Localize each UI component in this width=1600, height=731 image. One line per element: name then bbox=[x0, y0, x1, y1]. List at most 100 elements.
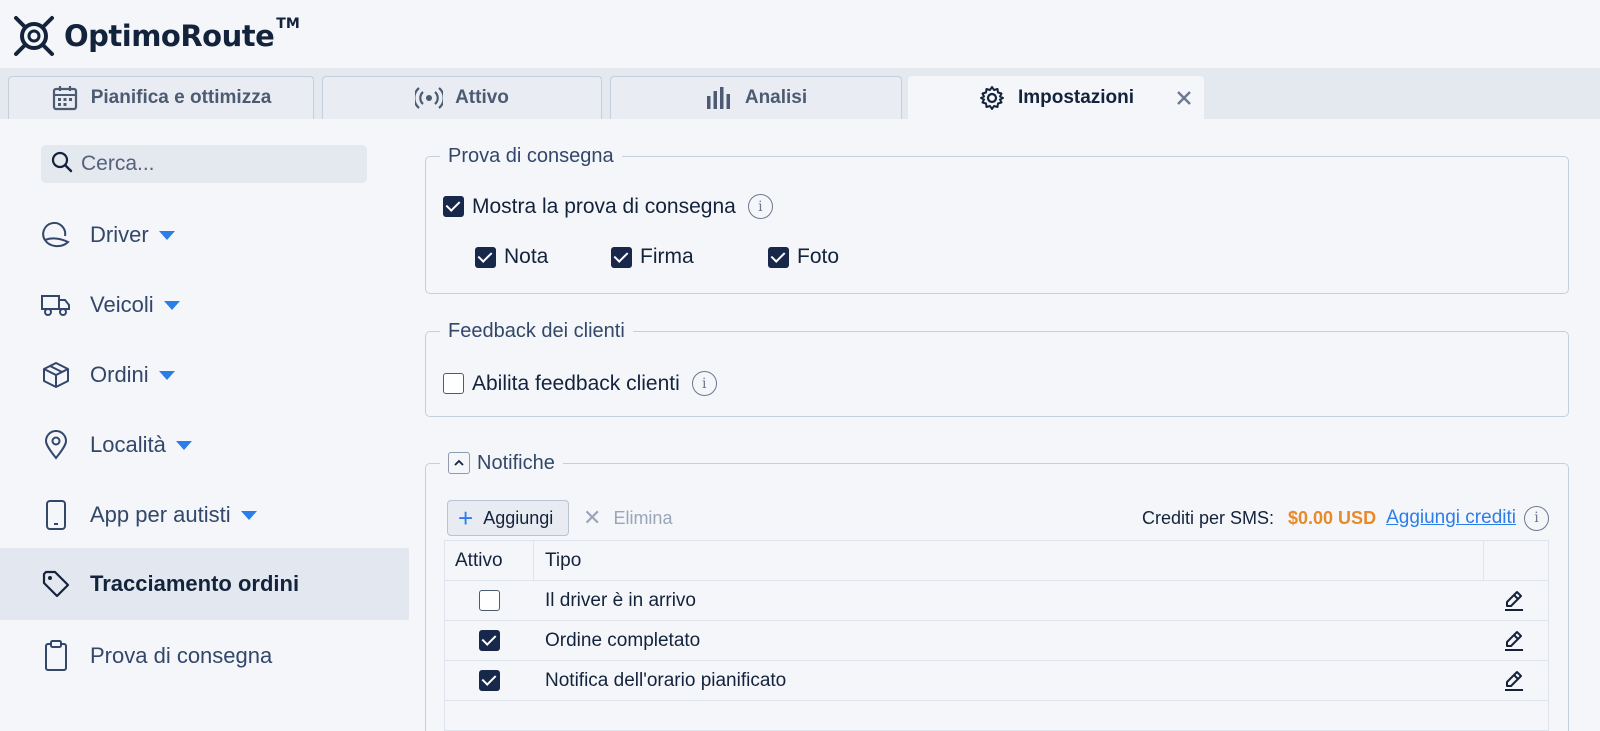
column-header-tipo[interactable]: Tipo bbox=[545, 541, 581, 581]
clipboard-icon bbox=[40, 640, 72, 672]
enable-feedback-checkbox[interactable] bbox=[443, 373, 464, 394]
caret-down-icon bbox=[163, 300, 180, 310]
tab-label: Attivo bbox=[455, 87, 509, 108]
tab-analisi[interactable]: Analisi bbox=[610, 76, 902, 119]
sidebar-item-tracciamento[interactable]: Tracciamento ordini bbox=[0, 548, 409, 620]
brand-logo[interactable]: OptimoRoute TM bbox=[12, 12, 300, 60]
delete-button-label: Elimina bbox=[613, 507, 673, 528]
sidebar-item-label: Veicoli bbox=[90, 292, 154, 317]
show-proof-label: Mostra la prova di consegna bbox=[472, 194, 736, 218]
tab-attivo[interactable]: Attivo bbox=[322, 76, 602, 119]
credits-amount: $0.00 USD bbox=[1288, 507, 1377, 528]
show-proof-checkbox[interactable] bbox=[443, 196, 464, 217]
sidebar-item-veicoli[interactable]: Veicoli bbox=[0, 269, 409, 341]
edit-pencil-icon[interactable] bbox=[1502, 589, 1526, 613]
sidebar-item-label: Driver bbox=[90, 222, 149, 247]
info-icon[interactable]: i bbox=[691, 371, 717, 396]
add-notification-button[interactable]: + Aggiungi bbox=[447, 500, 569, 536]
section-legend: Notifiche bbox=[440, 451, 563, 475]
row-active-checkbox[interactable] bbox=[479, 590, 500, 611]
caret-down-icon bbox=[240, 510, 257, 520]
main-tab-bar: Pianifica e ottimizza Attivo Analisi Imp… bbox=[0, 68, 1600, 119]
notifications-toolbar: + Aggiungi ✕ Elimina Crediti per SMS: $0… bbox=[447, 500, 1549, 536]
add-button-label: Aggiungi bbox=[483, 507, 554, 528]
table-row: Notifica dell'orario pianificato bbox=[445, 661, 1548, 701]
phone-icon bbox=[40, 499, 72, 531]
tab-label: Pianifica e ottimizza bbox=[90, 87, 272, 108]
brand-trademark: TM bbox=[276, 16, 300, 32]
option-label: Firma bbox=[640, 245, 694, 268]
section-legend: Prova di consegna bbox=[440, 144, 622, 168]
sidebar-item-driver[interactable]: Driver bbox=[0, 199, 409, 271]
nota-checkbox[interactable] bbox=[475, 246, 496, 268]
proof-of-delivery-section: Prova di consegna bbox=[425, 144, 1569, 294]
sidebar-item-label: Ordini bbox=[90, 362, 149, 387]
bar-chart-icon bbox=[705, 84, 733, 112]
location-pin-icon bbox=[40, 429, 72, 461]
option-label: Nota bbox=[504, 245, 549, 268]
broadcast-icon bbox=[415, 84, 444, 112]
optimoroute-logo-icon bbox=[14, 16, 54, 56]
table-row: Ordine completato bbox=[445, 621, 1548, 661]
sidebar-item-label: Località bbox=[90, 432, 166, 457]
credits-label: Crediti per SMS: bbox=[1141, 507, 1275, 528]
gear-icon bbox=[978, 84, 1006, 112]
settings-sidebar: Driver Veicoli Ordini Località App per a… bbox=[0, 119, 409, 731]
sidebar-item-localita[interactable]: Località bbox=[0, 409, 409, 481]
driver-icon bbox=[40, 219, 72, 251]
column-divider bbox=[1483, 541, 1484, 581]
firma-checkbox[interactable] bbox=[611, 246, 632, 268]
tab-pianifica[interactable]: Pianifica e ottimizza bbox=[8, 76, 314, 119]
info-icon[interactable]: i bbox=[747, 194, 773, 219]
notifications-table: Attivo Tipo Il driver è in arrivo Ordine… bbox=[444, 540, 1549, 731]
row-active-checkbox[interactable] bbox=[479, 670, 500, 691]
sidebar-item-label: App per autisti bbox=[90, 502, 231, 527]
caret-down-icon bbox=[175, 440, 192, 450]
tag-icon bbox=[40, 568, 72, 600]
row-type: Il driver è in arrivo bbox=[545, 590, 696, 611]
sidebar-item-label: Prova di consegna bbox=[90, 643, 273, 668]
proof-option-firma: Firma bbox=[611, 245, 694, 269]
sidebar-item-prova-consegna[interactable]: Prova di consegna bbox=[0, 620, 409, 692]
proof-option-nota: Nota bbox=[475, 245, 548, 269]
calendar-icon bbox=[51, 84, 79, 112]
row-active-checkbox[interactable] bbox=[479, 630, 500, 651]
sidebar-search[interactable] bbox=[41, 145, 367, 183]
row-type: Notifica dell'orario pianificato bbox=[545, 670, 787, 691]
search-input[interactable] bbox=[81, 152, 351, 176]
row-type: Ordine completato bbox=[545, 630, 701, 651]
sidebar-item-app-autisti[interactable]: App per autisti bbox=[0, 479, 409, 551]
brand-name: OptimoRoute bbox=[64, 19, 275, 53]
truck-icon bbox=[40, 289, 72, 321]
plus-icon: + bbox=[458, 503, 474, 533]
tab-label: Analisi bbox=[744, 87, 808, 108]
enable-feedback-row: Abilita feedback clienti i bbox=[443, 371, 717, 396]
close-tab-icon[interactable] bbox=[1173, 87, 1195, 109]
edit-pencil-icon[interactable] bbox=[1502, 669, 1526, 693]
column-divider bbox=[533, 541, 534, 581]
add-credits-link[interactable]: Aggiungi crediti bbox=[1386, 507, 1516, 529]
collapse-toggle-button[interactable] bbox=[448, 452, 470, 474]
proof-option-foto: Foto bbox=[768, 245, 839, 269]
caret-down-icon bbox=[158, 230, 175, 240]
sms-credits: Crediti per SMS: $0.00 USD Aggiungi cred… bbox=[1142, 500, 1549, 536]
edit-pencil-icon[interactable] bbox=[1502, 629, 1526, 653]
delete-notification-button[interactable]: ✕ Elimina bbox=[583, 500, 672, 536]
app-header: OptimoRoute TM bbox=[0, 0, 1600, 68]
section-legend: Feedback dei clienti bbox=[440, 319, 633, 343]
sidebar-item-label: Tracciamento ordini bbox=[90, 571, 300, 596]
option-label: Foto bbox=[797, 245, 840, 268]
enable-feedback-label: Abilita feedback clienti bbox=[472, 371, 680, 395]
sidebar-item-ordini[interactable]: Ordini bbox=[0, 339, 409, 411]
search-icon bbox=[51, 151, 73, 178]
foto-checkbox[interactable] bbox=[768, 246, 789, 268]
info-icon[interactable]: i bbox=[1524, 505, 1549, 531]
table-row: Il driver è in arrivo bbox=[445, 581, 1548, 621]
show-proof-row: Mostra la prova di consegna i bbox=[443, 194, 773, 219]
tab-impostazioni[interactable]: Impostazioni bbox=[908, 76, 1204, 119]
column-header-attivo[interactable]: Attivo bbox=[455, 541, 503, 581]
package-icon bbox=[40, 359, 72, 391]
notifications-legend-label: Notifiche bbox=[477, 452, 555, 474]
caret-down-icon bbox=[158, 370, 175, 380]
close-icon: ✕ bbox=[583, 505, 602, 530]
